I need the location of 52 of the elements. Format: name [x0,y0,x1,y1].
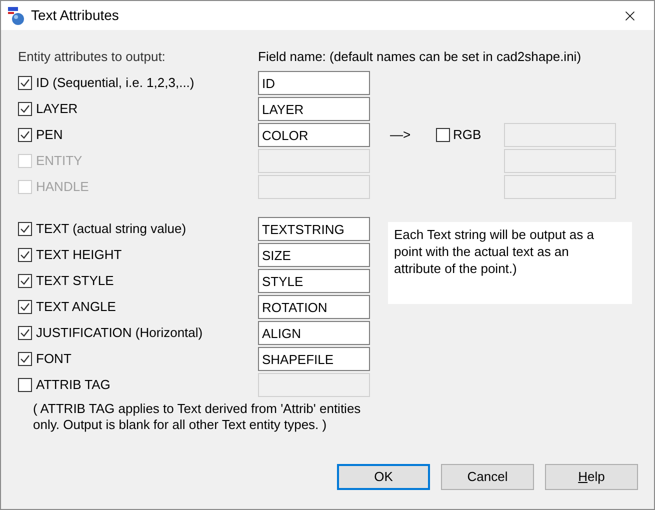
text-field[interactable]: ROTATION [258,295,370,319]
text-field[interactable]: COLOR [258,123,370,147]
checkbox[interactable] [18,378,32,392]
checkbox-label: PEN [36,126,63,144]
check-icon [20,250,30,260]
checkbox[interactable] [18,352,32,366]
check-icon [20,302,30,312]
check-icon [20,104,30,114]
dialog-button[interactable]: OK [337,464,430,490]
text-field[interactable]: STYLE [258,269,370,293]
checkbox-label: FONT [36,350,72,368]
checkbox[interactable] [18,300,32,314]
checkbox[interactable] [18,102,32,116]
text-field[interactable]: ID [258,71,370,95]
checkbox-label: TEXT HEIGHT [36,246,122,264]
section-heading: Entity attributes to output: [18,48,166,66]
checkbox-label: TEXT STYLE [36,272,114,290]
check-icon [20,276,30,286]
checkbox-label: LAYER [36,100,78,118]
note-text: ( ATTRIB TAG applies to Text derived from 'Attrib' entities only. Output is blank for all other Text entity types. ) [33,401,362,433]
section-heading: Field name: (default names can be set in cad2shape.ini) [258,48,582,66]
window-title: Text Attributes [31,6,119,25]
checkbox[interactable] [18,128,32,142]
checkbox-label: TEXT (actual string value) [36,220,186,238]
text-field[interactable]: SHAPEFILE [258,347,370,371]
check-icon [20,224,30,234]
app-icon [7,6,27,26]
checkbox[interactable] [18,222,32,236]
dialog-button[interactable]: Help [545,464,638,490]
checkbox-label: ID (Sequential, i.e. 1,2,3,...) [36,74,194,92]
check-icon [20,328,30,338]
checkbox[interactable] [18,248,32,262]
text-field[interactable]: TEXTSTRING [258,217,370,241]
checkbox-label: RGB [453,126,482,144]
text-field[interactable]: SIZE [258,243,370,267]
checkbox-label: ATTRIB TAG [36,376,110,394]
text-field[interactable]: LAYER [258,97,370,121]
checkbox-label: TEXT ANGLE [36,298,116,316]
checkbox-label: HANDLE [36,178,89,196]
arrow-text: —> [390,126,412,144]
checkbox-label: ENTITY [36,152,82,170]
check-icon [20,354,30,364]
checkbox[interactable] [436,128,450,142]
dialog-button[interactable]: Cancel [441,464,534,490]
checkbox-label: JUSTIFICATION (Horizontal) [36,324,203,342]
text-field[interactable]: ALIGN [258,321,370,345]
check-icon [20,130,30,140]
checkbox[interactable] [18,76,32,90]
checkbox[interactable] [18,274,32,288]
info-text: Each Text string will be output as a point with the actual text as an attribute of the point.) [388,222,632,304]
check-icon [20,78,30,88]
checkbox[interactable] [18,326,32,340]
